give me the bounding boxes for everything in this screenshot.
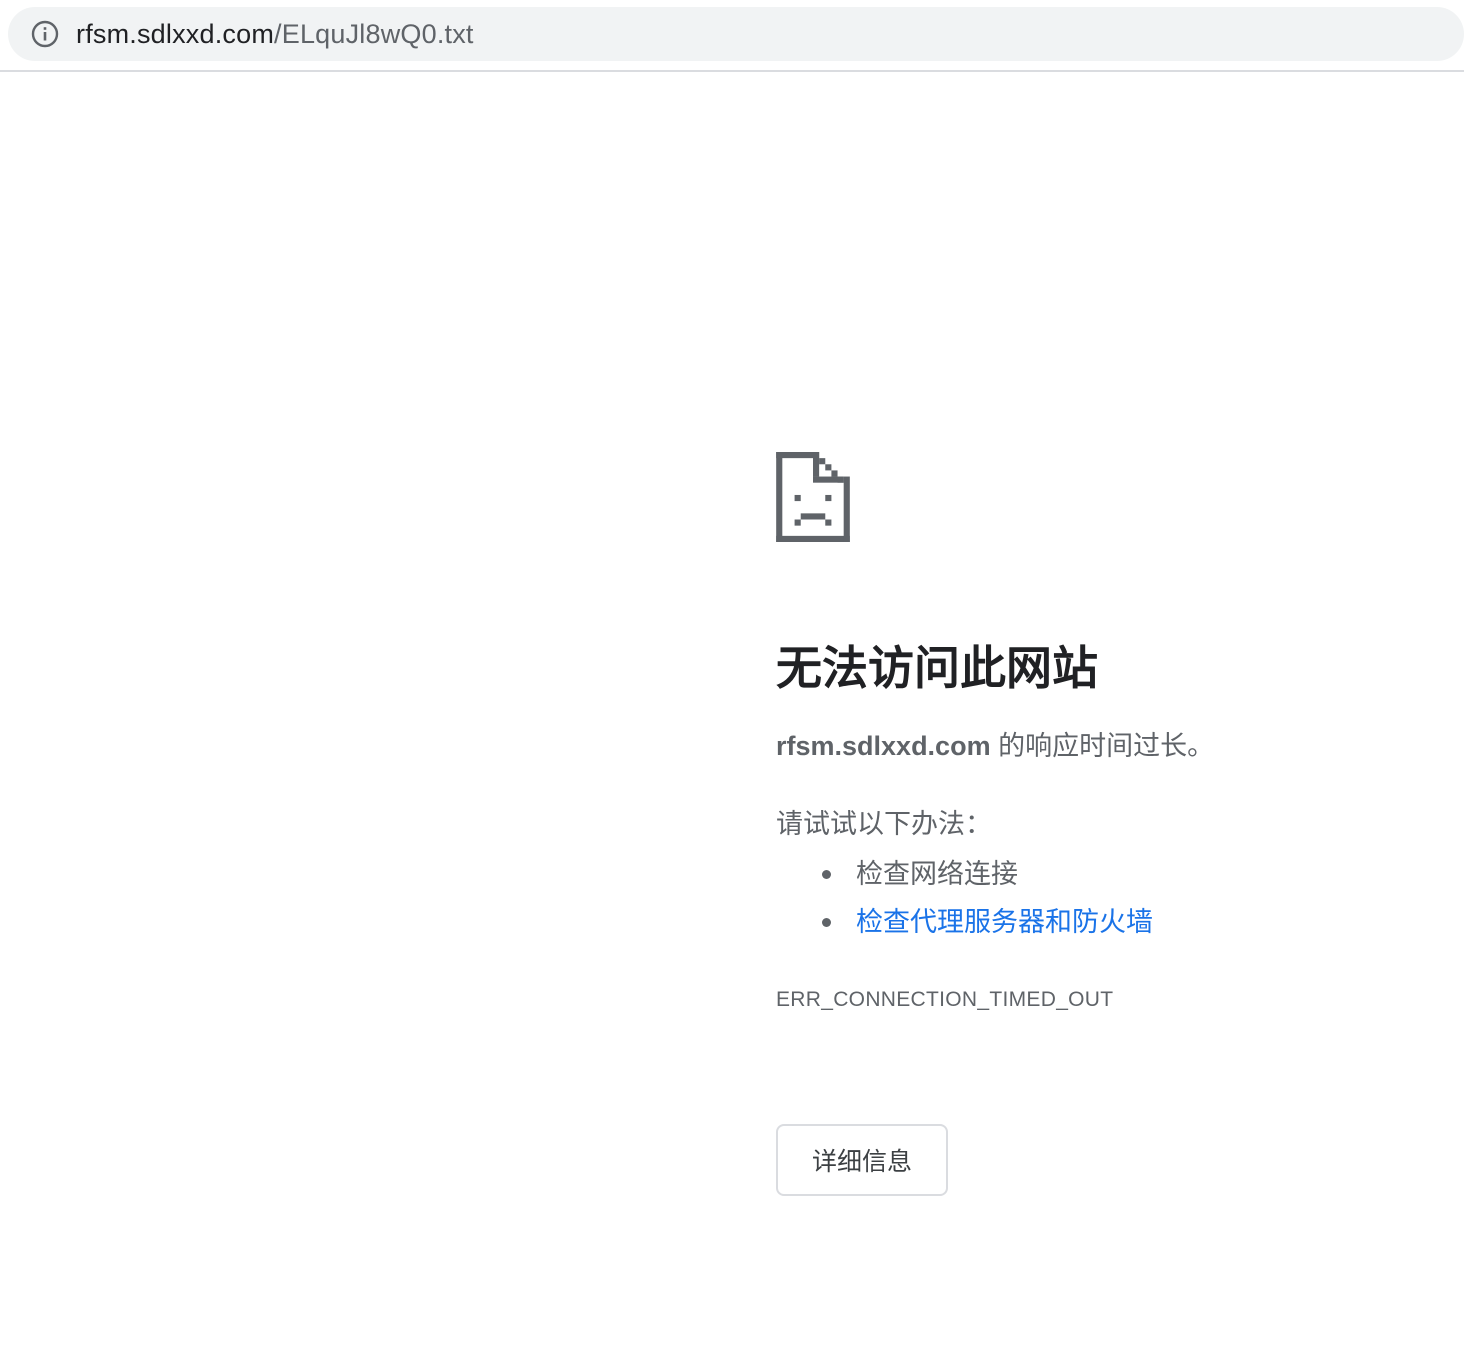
url-text[interactable]: rfsm.sdlxxd.com/ELquJl8wQ0.txt [76, 19, 474, 50]
error-content: 无法访问此网站 rfsm.sdlxxd.com 的响应时间过长。 请试试以下办法… [776, 452, 1436, 1196]
summary-text: 的响应时间过长。 [990, 731, 1215, 761]
suggestions-list: 检查网络连接 检查代理服务器和防火墙 [776, 850, 1436, 946]
bullet-icon [822, 918, 831, 927]
list-item: 检查网络连接 [822, 850, 1436, 898]
list-item: 检查代理服务器和防火墙 [822, 898, 1436, 946]
summary-host: rfsm.sdlxxd.com [776, 731, 991, 761]
suggestion-check-network: 检查网络连接 [856, 859, 1018, 889]
page-title: 无法访问此网站 [776, 642, 1098, 694]
suggestion-check-proxy-link[interactable]: 检查代理服务器和防火墙 [856, 907, 1153, 937]
sad-page-icon [776, 452, 850, 542]
suggestions-heading: 请试试以下办法： [776, 809, 992, 839]
url-path: /ELquJl8wQ0.txt [274, 18, 474, 49]
bullet-icon [822, 870, 831, 879]
error-summary: rfsm.sdlxxd.com 的响应时间过长。 [776, 726, 1436, 766]
error-code: ERR_CONNECTION_TIMED_OUT [776, 988, 1114, 1011]
browser-toolbar: rfsm.sdlxxd.com/ELquJl8wQ0.txt [0, 0, 1464, 72]
details-button[interactable]: 详细信息 [776, 1124, 948, 1196]
address-bar[interactable]: rfsm.sdlxxd.com/ELquJl8wQ0.txt [8, 7, 1464, 61]
url-host: rfsm.sdlxxd.com [76, 18, 275, 49]
info-icon[interactable] [30, 19, 60, 49]
